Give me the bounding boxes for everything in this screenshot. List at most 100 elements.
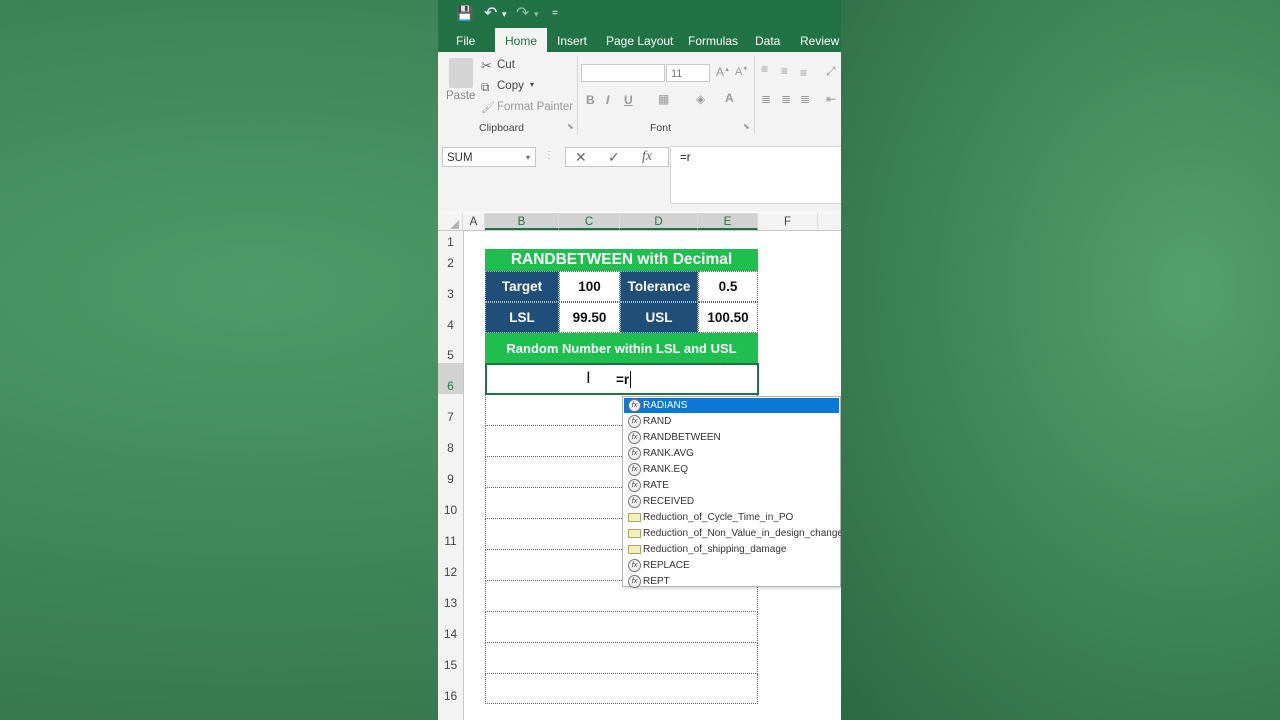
undo-dropdown-icon[interactable]: ▾ xyxy=(502,9,507,20)
cut-icon[interactable]: ✂ xyxy=(481,58,492,74)
column-header-a[interactable]: A xyxy=(463,213,485,230)
autocomplete-item-rate[interactable]: fx RATE xyxy=(624,478,839,493)
active-cell[interactable]: I =r xyxy=(485,363,759,395)
redo-icon[interactable]: ↷ xyxy=(516,3,529,23)
row-header-14[interactable]: 14 xyxy=(438,627,463,641)
customize-toolbar-icon[interactable]: = xyxy=(552,8,558,19)
autocomplete-item-rank-avg[interactable]: fx RANK.AVG xyxy=(624,446,839,461)
active-cell-text: =r xyxy=(616,372,630,387)
enter-icon[interactable]: ✓ xyxy=(608,149,620,166)
column-header-c[interactable]: C xyxy=(559,213,620,230)
autocomplete-item-rand[interactable]: fx RAND xyxy=(624,414,839,429)
copy-icon[interactable]: ⧉ xyxy=(481,80,490,95)
indent-icon[interactable]: ⇤ xyxy=(826,92,836,106)
align-bottom-icon[interactable]: ≡ xyxy=(800,66,807,80)
chevron-down-icon[interactable]: ▾ xyxy=(526,148,530,168)
tab-insert[interactable]: Insert xyxy=(557,28,587,52)
autocomplete-item-named-range[interactable]: Reduction_of_Cycle_Time_in_PO xyxy=(624,510,839,525)
copy-button[interactable]: Copy xyxy=(497,80,524,92)
function-icon: fx xyxy=(628,431,641,444)
align-middle-icon[interactable]: ≡ xyxy=(781,64,788,78)
format-painter-icon[interactable]: 🖌 xyxy=(481,101,495,114)
tab-data[interactable]: Data xyxy=(755,28,780,52)
empty-row-15[interactable] xyxy=(485,643,758,674)
paste-icon[interactable] xyxy=(449,58,473,88)
row-header-15[interactable]: 15 xyxy=(438,658,463,672)
autocomplete-item-radians[interactable]: fx RADIANS xyxy=(624,398,839,413)
row-header-2[interactable]: 2 xyxy=(438,256,463,270)
usl-value-cell[interactable]: 100.50 xyxy=(698,302,758,333)
tolerance-value-cell[interactable]: 0.5 xyxy=(698,271,758,302)
row-header-16[interactable]: 16 xyxy=(438,689,463,703)
autocomplete-item-rept[interactable]: fx REPT xyxy=(624,574,839,589)
row-header-11[interactable]: 11 xyxy=(438,534,463,548)
autocomplete-item-named-range[interactable]: Reduction_of_shipping_damage xyxy=(624,542,839,557)
font-size-box[interactable]: 11 xyxy=(666,64,710,82)
tab-page-layout[interactable]: Page Layout xyxy=(606,28,673,52)
select-all-corner[interactable] xyxy=(438,213,463,230)
paste-button[interactable]: Paste xyxy=(446,90,475,102)
bold-button[interactable]: B xyxy=(586,93,595,107)
copy-dropdown-icon[interactable]: ▾ xyxy=(530,80,534,89)
row-header-10[interactable]: 10 xyxy=(438,503,463,517)
empty-row-16[interactable] xyxy=(485,674,758,704)
column-header-b[interactable]: B xyxy=(485,213,559,230)
autocomplete-item-rank-eq[interactable]: fx RANK.EQ xyxy=(624,462,839,477)
column-header-e[interactable]: E xyxy=(698,213,758,230)
name-box[interactable]: SUM ▾ xyxy=(442,147,536,167)
fill-color-icon[interactable]: ◈ xyxy=(696,92,705,106)
subtitle-cell[interactable]: Random Number within LSL and USL xyxy=(485,333,758,363)
tab-formulas[interactable]: Formulas xyxy=(688,28,738,52)
cancel-icon[interactable]: ✕ xyxy=(575,149,587,166)
tab-review[interactable]: Review xyxy=(800,28,839,52)
column-header-d[interactable]: D xyxy=(620,213,698,230)
target-label-cell[interactable]: Target xyxy=(485,271,559,302)
font-color-icon[interactable]: A xyxy=(725,91,734,105)
row-header-9[interactable]: 9 xyxy=(438,472,463,486)
borders-icon[interactable]: ▦ xyxy=(658,92,669,106)
lsl-value-cell[interactable]: 99.50 xyxy=(559,302,620,333)
increase-font-icon[interactable]: A▲ xyxy=(716,65,730,79)
usl-label-cell[interactable]: USL xyxy=(620,302,698,333)
save-icon[interactable]: 💾 xyxy=(456,5,473,22)
row-header-4[interactable]: 4 xyxy=(438,318,463,332)
autocomplete-item-replace[interactable]: fx REPLACE xyxy=(624,558,839,573)
italic-button[interactable]: I xyxy=(606,93,609,107)
font-launcher-icon[interactable]: ⬊ xyxy=(743,122,750,131)
row-header-6[interactable]: 6 xyxy=(438,363,463,394)
table-title[interactable]: RANDBETWEEN with Decimal xyxy=(485,249,758,271)
font-name-box[interactable] xyxy=(581,64,665,82)
target-value-cell[interactable]: 100 xyxy=(559,271,620,302)
row-header-8[interactable]: 8 xyxy=(438,441,463,455)
autocomplete-item-randbetween[interactable]: fx RANDBETWEEN xyxy=(624,430,839,445)
empty-row-14[interactable] xyxy=(485,612,758,643)
decrease-font-icon[interactable]: A▼ xyxy=(735,66,748,78)
cut-button[interactable]: Cut xyxy=(497,59,515,71)
autocomplete-item-received[interactable]: fx RECEIVED xyxy=(624,494,839,509)
tolerance-label-cell[interactable]: Tolerance xyxy=(620,271,698,302)
row-header-5[interactable]: 5 xyxy=(438,348,463,362)
align-center-icon[interactable]: ≣ xyxy=(781,92,791,106)
align-top-icon[interactable]: ≡ xyxy=(761,62,768,76)
orientation-icon[interactable]: ⤢ xyxy=(826,64,836,79)
lsl-label-cell[interactable]: LSL xyxy=(485,302,559,333)
row-header-3[interactable]: 3 xyxy=(438,287,463,301)
underline-button[interactable]: U xyxy=(624,93,633,107)
align-left-icon[interactable]: ≣ xyxy=(761,92,771,106)
autocomplete-item-named-range[interactable]: Reduction_of_Non_Value_in_design_change xyxy=(624,526,841,541)
column-header-f[interactable]: F xyxy=(758,213,818,230)
undo-icon[interactable]: ↶ xyxy=(484,3,497,23)
row-header-7[interactable]: 7 xyxy=(438,410,463,424)
tab-home[interactable]: Home xyxy=(495,28,548,52)
redo-dropdown-icon[interactable]: ▾ xyxy=(534,9,539,20)
row-header-12[interactable]: 12 xyxy=(438,565,463,579)
row-header-13[interactable]: 13 xyxy=(438,596,463,610)
function-icon: fx xyxy=(628,399,641,412)
align-right-icon[interactable]: ≣ xyxy=(800,92,810,106)
formula-input[interactable]: =r xyxy=(670,146,841,204)
clipboard-launcher-icon[interactable]: ⬊ xyxy=(567,122,574,131)
insert-function-icon[interactable]: fx xyxy=(642,149,652,165)
tab-file[interactable]: File xyxy=(456,28,475,52)
format-painter-button[interactable]: Format Painter xyxy=(497,101,573,113)
row-header-1[interactable]: 1 xyxy=(438,235,463,249)
